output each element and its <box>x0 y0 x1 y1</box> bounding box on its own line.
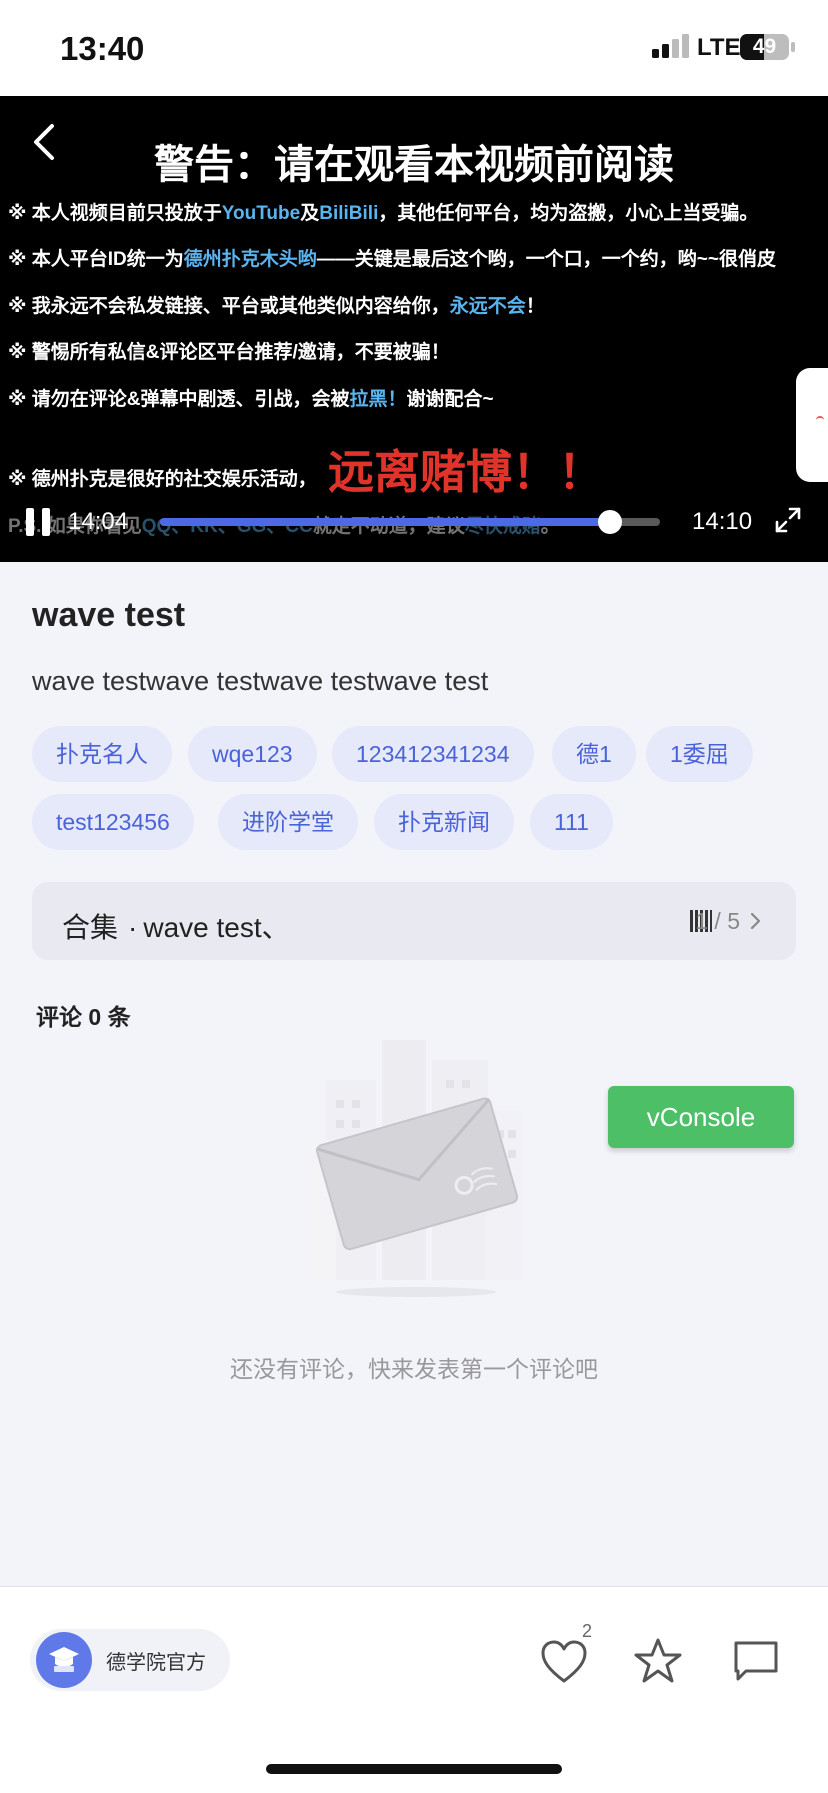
video-player[interactable]: 警告：请在观看本视频前阅读 ※ 本人视频目前只投放于YouTube及BiliBi… <box>0 96 828 562</box>
comments-header: 评论 0 条 <box>36 1004 131 1030</box>
tag-chip[interactable]: wqe123 <box>188 726 317 782</box>
video-line-6: ※ 德州扑克是很好的社交娱乐活动， <box>8 469 317 490</box>
author-name: 德学院官方 <box>106 1651 206 1674</box>
chevron-right-icon <box>750 912 761 930</box>
comment-icon[interactable] <box>732 1639 780 1683</box>
author-chip[interactable]: 德学院官方 <box>30 1629 230 1691</box>
empty-envelope-illustration <box>306 1040 522 1297</box>
tag-chip[interactable]: 德1 <box>552 726 636 782</box>
video-line-1: ※ 本人视频目前只投放于YouTube及BiliBili，其他任何平台，均为盗搬… <box>8 203 759 224</box>
progress-knob[interactable] <box>598 510 622 534</box>
star-icon[interactable] <box>634 1637 682 1685</box>
avatar <box>36 1632 92 1688</box>
graduation-cap-icon <box>49 1647 79 1672</box>
fullscreen-icon[interactable] <box>774 506 802 534</box>
collection-row[interactable]: 合集 · wave test、 1 / 5 <box>32 882 796 960</box>
home-indicator <box>266 1764 562 1774</box>
battery-icon: 49 <box>740 34 789 60</box>
network-type: LTE <box>697 34 741 61</box>
progress-track[interactable] <box>160 518 660 526</box>
tag-chip[interactable]: test123456 <box>32 794 194 850</box>
tag-chip[interactable]: 扑克新闻 <box>374 794 514 850</box>
video-line-4: ※ 警惕所有私信&评论区平台推荐/邀请，不要被骗！ <box>8 342 450 363</box>
pause-icon[interactable] <box>26 508 52 536</box>
collection-count: 1 / 5 <box>695 908 740 934</box>
wifi-icon <box>816 416 824 424</box>
status-bar: 13:40 LTE 49 <box>0 0 828 96</box>
vconsole-button[interactable]: vConsole <box>608 1086 794 1148</box>
collection-name: wave test、 <box>143 912 290 943</box>
progress-played <box>160 518 610 526</box>
signal-icon <box>652 34 689 58</box>
tag-chip[interactable]: 扑克名人 <box>32 726 172 782</box>
current-time: 14:04 <box>68 508 129 535</box>
video-title: wave test <box>32 596 186 634</box>
collection-label: 合集 · wave test、 <box>62 912 290 943</box>
video-line-3: ※ 我永远不会私发链接、平台或其他类似内容给你，永远不会！ <box>8 296 545 317</box>
tag-chip[interactable]: 1委屈 <box>646 726 753 782</box>
heart-icon[interactable] <box>540 1639 588 1685</box>
status-time: 13:40 <box>60 30 145 67</box>
tag-chip[interactable]: 111 <box>530 794 613 850</box>
like-count: 2 <box>582 1621 593 1641</box>
video-line-5: ※ 请勿在评论&弹幕中剧透、引战，会被拉黑！谢谢配合~ <box>8 389 494 410</box>
duration: 14:10 <box>692 508 753 535</box>
tag-chip[interactable]: 进阶学堂 <box>218 794 358 850</box>
tag-chip[interactable]: 123412341234 <box>332 726 534 782</box>
battery-level: 49 <box>752 35 777 58</box>
video-line-2: ※ 本人平台ID统一为德州扑克木头哟——关键是最后这个哟，一个口，一个约，哟~~… <box>8 249 776 270</box>
bottom-bar: 德学院官方 2 <box>0 1586 828 1793</box>
side-float-tab[interactable] <box>796 368 828 482</box>
video-warning-title: 警告：请在观看本视频前阅读 <box>154 143 674 187</box>
battery-tip <box>791 42 795 52</box>
video-red-text: 远离赌博！！ <box>328 446 604 498</box>
video-description: wave testwave testwave testwave test <box>32 666 489 696</box>
empty-comments-text: 还没有评论，快来发表第一个评论吧 <box>230 1356 598 1382</box>
